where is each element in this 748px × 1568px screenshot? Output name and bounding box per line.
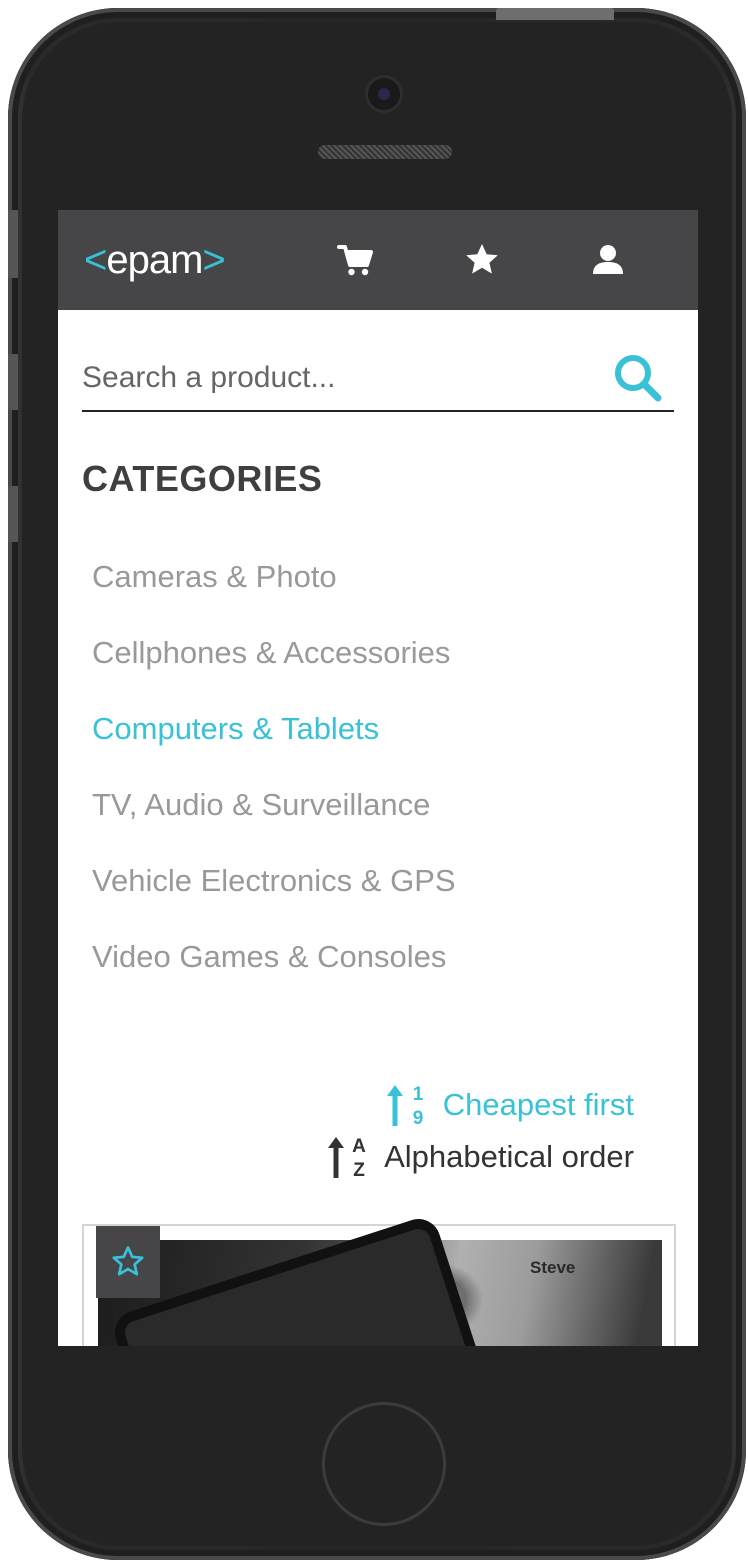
sort-letter-z: Z — [353, 1160, 365, 1180]
logo-bracket-right: > — [202, 238, 225, 282]
sort-digit-9: 9 — [412, 1108, 423, 1128]
product-image-text: Steve — [530, 1258, 576, 1277]
sort-letter-a: A — [352, 1136, 366, 1157]
category-vehicle-electronics-gps[interactable]: Vehicle Electronics & GPS — [92, 858, 456, 934]
star-outline-icon — [112, 1246, 144, 1276]
sort-cheapest-label: Cheapest first — [442, 1086, 634, 1122]
star-icon[interactable] — [462, 240, 502, 280]
volume-down-button — [8, 486, 18, 542]
sort-alphabetical[interactable]: A Z Alphabetical order — [314, 1132, 634, 1180]
app-header: <epam> — [58, 210, 698, 310]
favorite-button[interactable] — [96, 1226, 160, 1298]
power-button — [496, 8, 614, 20]
category-computers-tablets[interactable]: Computers & Tablets — [92, 706, 456, 782]
category-tv-audio-surveillance[interactable]: TV, Audio & Surveillance — [92, 782, 456, 858]
home-button — [322, 1402, 446, 1526]
volume-up-button — [8, 354, 18, 410]
search-input[interactable] — [82, 356, 602, 400]
logo-text: epam — [106, 238, 203, 282]
product-image[interactable]: Steve — [98, 1213, 662, 1346]
categories-title: CATEGORIES — [82, 458, 323, 499]
category-video-games-consoles[interactable]: Video Games & Consoles — [92, 934, 456, 1010]
sort-alphabetical-label: Alphabetical order — [384, 1138, 634, 1174]
mute-switch — [8, 210, 18, 278]
logo-bracket-left: < — [84, 238, 107, 282]
category-cellphones-accessories[interactable]: Cellphones & Accessories — [92, 630, 456, 706]
earpiece-speaker — [318, 145, 452, 159]
user-icon[interactable] — [588, 240, 628, 280]
tablet-shape — [109, 1213, 507, 1346]
sort-digit-1: 1 — [412, 1084, 423, 1105]
category-cameras-photo[interactable]: Cameras & Photo — [92, 554, 456, 630]
app-screen: <epam> CATEGORIES Cameras & Photo Cellph… — [58, 210, 698, 1346]
cart-icon[interactable] — [336, 240, 376, 280]
sort-numeric-icon: 1 9 — [386, 1084, 423, 1128]
sort-alpha-icon: A Z — [328, 1136, 366, 1180]
category-list: Cameras & Photo Cellphones & Accessories… — [92, 554, 456, 1010]
epam-logo[interactable]: <epam> — [84, 236, 226, 284]
search-icon[interactable] — [612, 352, 664, 404]
product-card[interactable]: Steve — [82, 1213, 676, 1346]
front-camera — [368, 78, 400, 110]
sort-cheapest-first[interactable]: 1 9 Cheapest first — [314, 1080, 634, 1128]
search-bar — [82, 348, 674, 412]
